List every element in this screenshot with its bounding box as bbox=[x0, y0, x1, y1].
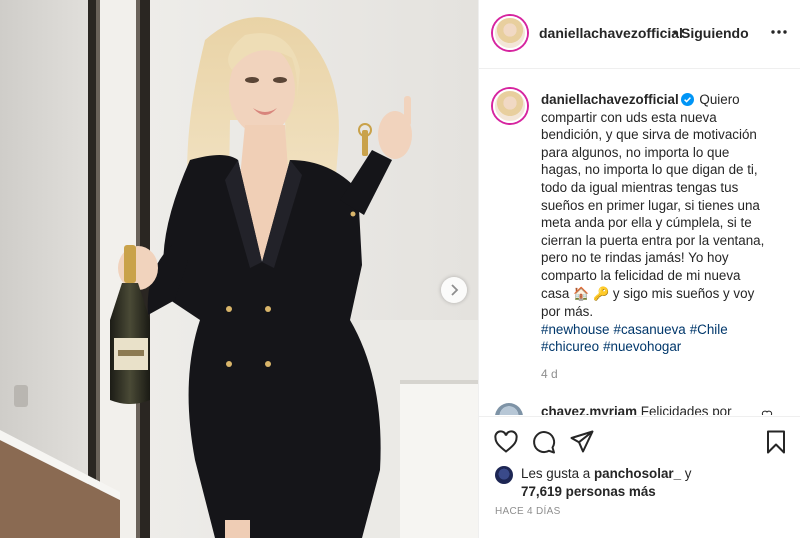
hashtag-link[interactable]: #newhouse bbox=[541, 322, 610, 337]
hashtag-link[interactable]: #nuevohogar bbox=[603, 339, 681, 354]
key-emoji: 🔑 bbox=[592, 286, 610, 302]
save-bookmark-icon[interactable] bbox=[763, 429, 789, 455]
likes-text: Les gusta a panchosolar_ y 77,619 person… bbox=[521, 465, 721, 501]
next-photo-button[interactable] bbox=[441, 277, 467, 303]
comment-icon[interactable] bbox=[531, 429, 557, 455]
post-header: daniellachavezofficial • Siguiendo bbox=[479, 0, 800, 69]
post-caption: daniellachavezofficial Quiero compartir … bbox=[541, 91, 767, 356]
post-sidebar: daniellachavezofficial • Siguiendo danie… bbox=[478, 0, 800, 538]
hashtag-list: #newhouse #casanueva #Chile #chicureo #nuev… bbox=[541, 321, 767, 356]
post-photo[interactable] bbox=[0, 0, 478, 538]
likes-count[interactable]: 77,619 personas más bbox=[521, 484, 656, 499]
comment-text-row: chavez.myriam Felicidades por bbox=[541, 404, 732, 415]
comments-scroll-area[interactable]: daniellachavezofficial Quiero compartir … bbox=[479, 69, 800, 415]
post-actions: Les gusta a panchosolar_ y 77,619 person… bbox=[479, 416, 800, 539]
house-emoji: 🏠 bbox=[573, 286, 590, 302]
hashtag-link[interactable]: #chicureo bbox=[541, 339, 599, 354]
caption-username[interactable]: daniellachavezofficial bbox=[541, 92, 679, 107]
share-icon[interactable] bbox=[569, 429, 595, 455]
caption-text: Quiero compartir con uds esta nueva bend… bbox=[541, 92, 765, 301]
hashtag-link[interactable]: #Chile bbox=[690, 322, 728, 337]
author-username[interactable]: daniellachavezofficial bbox=[539, 25, 683, 41]
chevron-right-icon bbox=[451, 284, 459, 296]
commenter-username[interactable]: chavez.myriam bbox=[541, 404, 637, 415]
post-timestamp[interactable]: HACE 4 DÍAS bbox=[495, 506, 561, 517]
following-button[interactable]: Siguiendo bbox=[681, 25, 749, 41]
more-horizontal-icon[interactable] bbox=[769, 22, 789, 42]
caption-author-avatar[interactable] bbox=[493, 89, 527, 123]
hashtag-link[interactable]: #casanueva bbox=[614, 322, 686, 337]
caption-age[interactable]: 4 d bbox=[541, 367, 558, 381]
liker-avatar[interactable] bbox=[495, 466, 513, 484]
comment-item: chavez.myriam Felicidades por bbox=[493, 401, 793, 415]
likes-connector: y bbox=[684, 466, 692, 481]
commenter-avatar[interactable] bbox=[495, 403, 523, 415]
verified-badge-icon bbox=[680, 93, 694, 106]
liker-username[interactable]: panchosolar_ bbox=[594, 466, 681, 481]
separator-dot: • bbox=[673, 24, 678, 40]
comment-like-icon[interactable] bbox=[761, 409, 773, 415]
likes-prefix: Les gusta a bbox=[521, 466, 591, 481]
author-avatar[interactable] bbox=[493, 16, 527, 50]
comment-text: Felicidades por bbox=[640, 404, 732, 415]
photo-image bbox=[0, 0, 478, 538]
like-icon[interactable] bbox=[493, 429, 519, 455]
